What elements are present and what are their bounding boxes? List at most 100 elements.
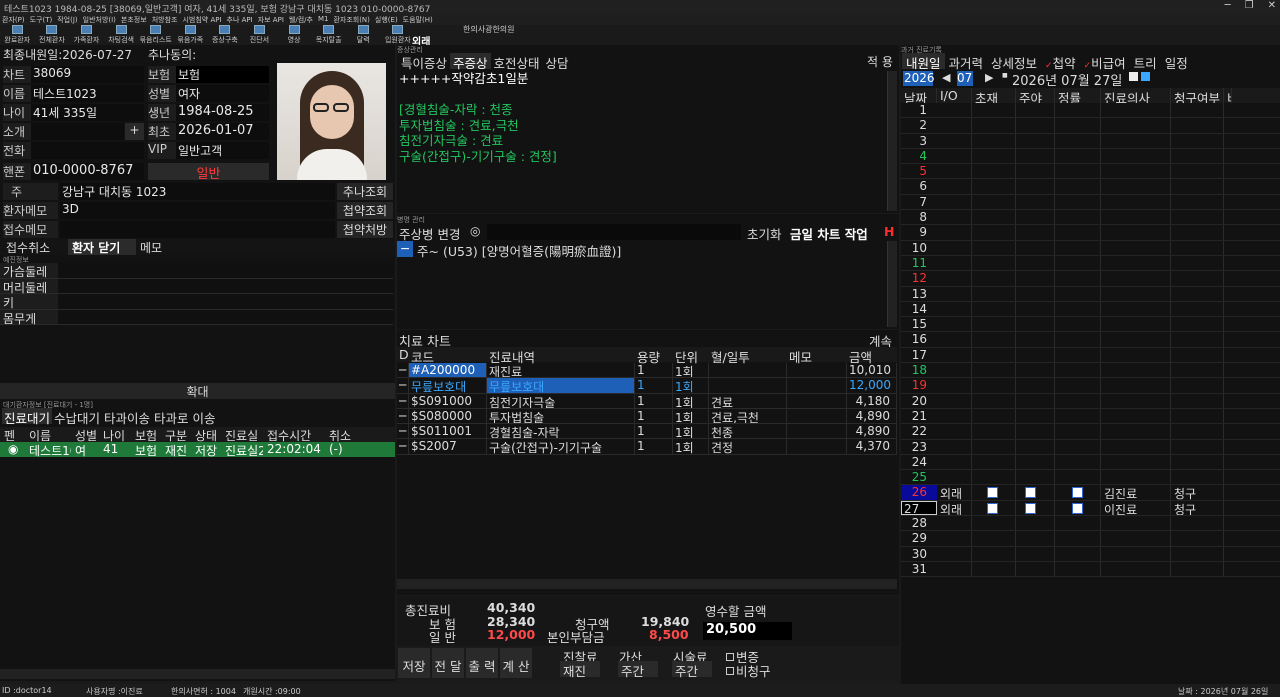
name-field[interactable]: 테스트1023 bbox=[31, 85, 144, 102]
menu-item[interactable]: 본초정보 bbox=[121, 15, 147, 25]
maximize-icon[interactable]: ❐ bbox=[1245, 0, 1254, 11]
toolbar-button[interactable]: 묶음리스트 bbox=[138, 25, 173, 45]
menu-item[interactable]: 환자(P) bbox=[2, 15, 25, 25]
birth-field[interactable]: 1984-08-25 bbox=[176, 104, 269, 121]
toolbar-button[interactable]: 영상 bbox=[277, 25, 312, 45]
menu-item[interactable]: 도움말(H) bbox=[403, 15, 433, 25]
history-day-row[interactable]: 31 bbox=[901, 561, 1280, 578]
history-day-row[interactable]: 17 bbox=[901, 347, 1280, 364]
history-tab[interactable]: ✓비급여 bbox=[1080, 53, 1130, 71]
toolbar-button[interactable]: 전체환자 bbox=[35, 25, 70, 45]
history-col-header[interactable]: 비 bbox=[1224, 88, 1232, 103]
history-day-row[interactable]: 11 bbox=[901, 255, 1280, 272]
add-fee-select[interactable]: 주간 bbox=[618, 661, 658, 679]
history-day-row[interactable]: 19 bbox=[901, 378, 1280, 394]
history-day-row[interactable]: 7 bbox=[901, 194, 1280, 211]
queue-col-header[interactable]: 보험 bbox=[131, 427, 161, 442]
diagnosis-row[interactable]: ─ 주~ (U53) [양명어혈증(陽明瘀血證)] bbox=[397, 241, 887, 259]
close-icon[interactable]: ✕ bbox=[1268, 0, 1276, 11]
history-day-row[interactable]: 23 bbox=[901, 439, 1280, 455]
treatment-row[interactable]: ─ $S011001 경혈침술-자락 1 1회 천종 4,890 bbox=[397, 424, 897, 440]
queue-col-header[interactable]: 성별 bbox=[71, 427, 99, 442]
treatment-col-header[interactable]: 용량 bbox=[635, 347, 673, 365]
treatment-col-header[interactable]: 메모 bbox=[787, 347, 847, 365]
symptom-tab[interactable]: 호전상태 bbox=[491, 53, 543, 71]
treatment-col-header[interactable]: 단위 bbox=[673, 347, 709, 365]
disease-scrollbar[interactable] bbox=[887, 241, 897, 327]
queue-col-header[interactable]: 취소 bbox=[325, 427, 351, 442]
history-day-row[interactable]: 20 bbox=[901, 393, 1280, 409]
menu-item[interactable]: 웰/컴/추 bbox=[289, 15, 313, 25]
apply-button[interactable]: 적 용 bbox=[862, 53, 898, 69]
symptom-tab[interactable]: 특이증상 bbox=[398, 53, 450, 71]
history-day-row[interactable]: 2 bbox=[901, 118, 1280, 134]
history-tab[interactable]: 과거력 bbox=[945, 53, 988, 71]
patient-memo-field[interactable]: 3D bbox=[60, 202, 335, 219]
queue-col-header[interactable]: 나이 bbox=[99, 427, 131, 442]
bottom-action-button[interactable]: 계 산 bbox=[500, 648, 532, 678]
bottom-action-button[interactable]: 저장 bbox=[398, 648, 430, 678]
address-field[interactable]: 강남구 대치동 1023 bbox=[60, 183, 335, 200]
toolbar-button[interactable]: 차팅검색 bbox=[104, 25, 139, 45]
history-day-row[interactable]: 29 bbox=[901, 531, 1280, 547]
queue-tab[interactable]: 수납대기 bbox=[52, 408, 102, 426]
queue-col-header[interactable]: 상태 bbox=[191, 427, 221, 442]
history-day-row[interactable]: 6 bbox=[901, 179, 1280, 195]
chart-number-field[interactable]: 38069 bbox=[31, 66, 144, 83]
history-day-row[interactable]: 10 bbox=[901, 240, 1280, 256]
next-month-icon[interactable]: ▶ bbox=[985, 71, 993, 84]
herbal-prescribe-button[interactable]: 첩약처방 bbox=[337, 221, 393, 238]
chuna-lookup-button[interactable]: 추나조회 bbox=[337, 183, 393, 200]
toolbar-button[interactable]: 묶음가족 bbox=[173, 25, 208, 45]
month-select[interactable]: 07 bbox=[957, 71, 973, 86]
history-day-row[interactable]: 16 bbox=[901, 332, 1280, 348]
nonclaim-checkbox[interactable]: 비청구 bbox=[726, 661, 771, 680]
treatment-col-header[interactable]: 금액 bbox=[847, 347, 897, 365]
queue-col-header[interactable]: 펜 bbox=[0, 427, 25, 442]
treatment-row[interactable]: ─ $S080000 투자법침술 1 1회 견료,극천 4,890 bbox=[397, 408, 897, 425]
history-day-row[interactable]: 26 외래 김진료 청구 bbox=[901, 485, 1280, 501]
menu-item[interactable]: M1 bbox=[318, 15, 329, 25]
history-day-row[interactable]: 22 bbox=[901, 424, 1280, 440]
treatment-scrollbar[interactable] bbox=[397, 579, 897, 589]
queue-tab[interactable]: 진료대기 bbox=[2, 408, 53, 426]
status-icon[interactable] bbox=[1025, 502, 1036, 514]
history-day-row[interactable]: 14 bbox=[901, 301, 1280, 318]
history-day-row[interactable]: 5 bbox=[901, 164, 1280, 180]
history-tab[interactable]: 일정 bbox=[1161, 53, 1192, 71]
toolbar-button[interactable]: 달력 bbox=[346, 25, 381, 45]
toolbar-button[interactable]: 진단서 bbox=[242, 25, 277, 45]
menu-item[interactable]: 실행(E) bbox=[375, 15, 398, 25]
menu-item[interactable]: 처방참조 bbox=[152, 15, 178, 25]
body-measure-field[interactable] bbox=[58, 278, 393, 293]
history-day-row[interactable]: 13 bbox=[901, 286, 1280, 302]
status-icon[interactable] bbox=[987, 487, 998, 499]
treatment-col-header[interactable]: D bbox=[397, 347, 409, 362]
history-day-row[interactable]: 9 bbox=[901, 225, 1280, 241]
year-select[interactable]: 2026 bbox=[903, 71, 935, 86]
symptom-tab[interactable]: 주증상 bbox=[450, 53, 491, 71]
treatment-col-header[interactable]: 혈/일투 bbox=[709, 347, 787, 365]
first-visit-field[interactable]: 2026-01-07 bbox=[176, 123, 269, 140]
minimize-icon[interactable]: ─ bbox=[1225, 0, 1231, 11]
symptom-tab[interactable]: 상담 bbox=[543, 53, 572, 71]
herbal-lookup-button[interactable]: 첩약조회 bbox=[337, 202, 393, 219]
history-tab[interactable]: ✓첩약 bbox=[1041, 53, 1080, 71]
queue-col-header[interactable]: 구분 bbox=[161, 427, 191, 442]
history-col-header[interactable]: 청구여부 bbox=[1171, 88, 1224, 103]
age-field[interactable]: 41세 335일 bbox=[31, 104, 144, 121]
history-day-row[interactable]: 27 외래 이진료 청구 bbox=[901, 500, 1280, 517]
menu-item[interactable]: 추나 API bbox=[227, 15, 253, 25]
body-measure-field[interactable] bbox=[58, 309, 393, 324]
h-button[interactable]: H bbox=[884, 224, 894, 239]
queue-horizontal-scrollbar[interactable] bbox=[0, 669, 395, 679]
history-col-header[interactable]: 정률 bbox=[1055, 88, 1101, 103]
history-day-row[interactable]: 8 bbox=[901, 210, 1280, 226]
referral-add-button[interactable]: + bbox=[125, 123, 144, 140]
toolbar-button[interactable]: 목지탈출 bbox=[311, 25, 346, 45]
memo-tab[interactable]: 메모 bbox=[136, 239, 176, 255]
history-col-header[interactable]: 진료의사 bbox=[1101, 88, 1171, 103]
menu-item[interactable]: 도구(T) bbox=[30, 15, 53, 25]
bottom-action-button[interactable]: 출 력 bbox=[466, 648, 498, 678]
status-icon[interactable] bbox=[1072, 502, 1083, 514]
